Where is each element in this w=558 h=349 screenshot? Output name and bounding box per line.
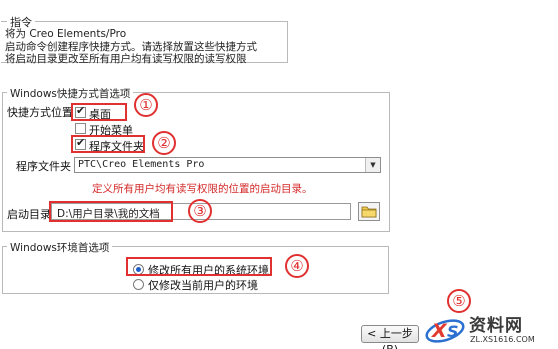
back-button[interactable]: < 上一步 (B) — [361, 325, 419, 349]
highlight-env-all-users — [126, 257, 272, 276]
annotation-4: ④ — [285, 254, 309, 278]
highlight-startup-dir — [49, 201, 173, 222]
start-menu-checkbox[interactable] — [75, 123, 86, 134]
svg-text:S: S — [447, 322, 459, 341]
program-folder-select[interactable]: PTC\Creo Elements Pro ▼ — [74, 157, 381, 173]
env-current-user-label: 仅修改当前用户的环境 — [148, 279, 258, 292]
folder-icon — [361, 206, 377, 218]
env-prefs-legend: Windows环境首选项 — [7, 240, 113, 255]
startup-dir-warning: 定义所有用户均有读写权限的位置的启动目录。 — [92, 183, 313, 195]
browse-folder-button[interactable] — [358, 202, 380, 221]
annotation-2: ② — [152, 131, 176, 155]
watermark-name: 资料网 — [469, 316, 523, 336]
instructions-line-3: 将启动目录更改至所有用户均有读写权限的读写权限 — [5, 53, 247, 65]
shortcut-location-label: 快捷方式位置 — [7, 106, 73, 119]
program-folder-label: 程序文件夹 — [16, 160, 71, 173]
annotation-3: ③ — [188, 199, 212, 223]
chevron-down-icon[interactable]: ▼ — [365, 158, 380, 172]
annotation-1: ① — [134, 93, 158, 117]
startup-dir-label: 启动目录 — [7, 208, 51, 221]
watermark-url: ZL.XS1616.COM — [470, 335, 535, 344]
highlight-program-folder — [71, 135, 145, 153]
env-current-user-radio[interactable] — [133, 279, 144, 290]
svg-text:X: X — [431, 320, 448, 342]
highlight-desktop — [71, 103, 127, 121]
watermark-logo-icon: X S — [425, 319, 465, 343]
program-folder-select-value: PTC\Creo Elements Pro — [78, 159, 205, 170]
shortcut-prefs-legend: Windows快捷方式首选项 — [7, 86, 134, 101]
